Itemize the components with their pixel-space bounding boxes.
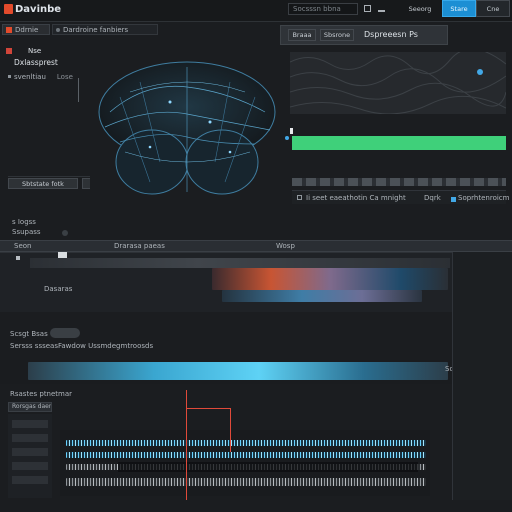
inspector-bottom-panel bbox=[8, 176, 96, 177]
inspector-indicator-icon bbox=[6, 48, 12, 54]
audio-clip-1[interactable] bbox=[28, 362, 448, 380]
search-field[interactable]: Socsssn bbna bbox=[288, 3, 358, 15]
timeline-header bbox=[0, 240, 512, 252]
green-progress-bar bbox=[292, 136, 506, 150]
track4-label: Rsastes ptnetmar bbox=[10, 390, 73, 398]
app-title: Davinbe bbox=[15, 4, 62, 15]
primary-button[interactable]: Stare bbox=[442, 0, 476, 17]
tab-main-label: Dardroine fanbiers bbox=[63, 25, 129, 34]
viewer-status-right-2: Soprhtenroicm bbox=[458, 194, 510, 202]
track-arrow-icon bbox=[16, 256, 20, 260]
app-logo-icon bbox=[4, 4, 13, 14]
blue-marker-icon bbox=[285, 136, 289, 140]
brain-render bbox=[98, 61, 276, 195]
track2-label: Scsgt Bsas bbox=[10, 330, 48, 338]
track2-slider[interactable] bbox=[50, 328, 80, 338]
bullet-icon bbox=[8, 75, 11, 78]
grid-small-icon bbox=[297, 195, 302, 200]
audio-waveform-4[interactable] bbox=[66, 478, 426, 486]
playhead-line-2 bbox=[230, 408, 231, 452]
viewer-status-icon bbox=[451, 197, 456, 202]
viewer-tab-b[interactable]: Sbsrone bbox=[320, 29, 354, 41]
inspector-subheading: Dxlassprest bbox=[14, 58, 58, 67]
timeline-header-mid: Drarasa paeas bbox=[114, 242, 165, 250]
track-playhead-marker bbox=[58, 252, 67, 258]
mixer-strip-3[interactable] bbox=[12, 448, 48, 456]
audio-waveform-1[interactable] bbox=[66, 440, 426, 446]
inspector-guide-line bbox=[78, 78, 79, 102]
mixer-label: Rorsgas daer bbox=[12, 403, 52, 410]
toolbar-tab-left[interactable]: Ddrnie bbox=[2, 24, 50, 35]
download-icon[interactable] bbox=[378, 5, 385, 12]
viewer-status-right: Dqrk bbox=[424, 194, 441, 202]
secondary-button[interactable]: Cne bbox=[476, 0, 510, 17]
tab-ddrnie-label: Ddrnie bbox=[15, 25, 39, 34]
track1-label: Dasaras bbox=[44, 285, 73, 293]
grid-icon[interactable] bbox=[364, 5, 371, 12]
dot-icon bbox=[56, 27, 60, 32]
mixer-strip-1[interactable] bbox=[12, 420, 48, 428]
search-placeholder: Socsssn bbna bbox=[293, 5, 341, 13]
knob-icon[interactable] bbox=[62, 230, 68, 236]
mixer-strip-5[interactable] bbox=[12, 476, 48, 484]
inspector-row-label: svenltiau bbox=[14, 72, 46, 81]
toolbar-tab-main[interactable]: Dardroine fanbiers bbox=[52, 24, 158, 35]
viewer-scrubber[interactable] bbox=[292, 178, 506, 186]
viewer-preview[interactable] bbox=[290, 52, 506, 114]
timeline-header-left: Seon bbox=[14, 242, 32, 250]
save-button[interactable]: Seeorg bbox=[404, 3, 436, 15]
track3-value: Fawdow Ussmdegmtroosds bbox=[58, 342, 154, 350]
inspector-row-value: Lose bbox=[56, 72, 73, 81]
noise-texture bbox=[290, 52, 506, 114]
timeline-header-right: Wosp bbox=[276, 242, 295, 250]
audio-clip-dark[interactable] bbox=[118, 462, 418, 472]
viewer-tab-a[interactable]: Braaa bbox=[288, 29, 316, 41]
track3-label: Sersss ssseas bbox=[10, 342, 58, 350]
playhead-line[interactable] bbox=[186, 390, 187, 500]
viewer-title: Dspreeesn Ps bbox=[364, 30, 418, 39]
render-viewer[interactable] bbox=[90, 52, 285, 202]
audio-waveform-2[interactable] bbox=[66, 452, 426, 458]
cursor-marker-icon bbox=[290, 128, 293, 134]
playhead-crossbar bbox=[186, 408, 230, 409]
track-video-clip[interactable] bbox=[30, 258, 450, 268]
viewer-status-text: Ii seet eaeathotin Ca mnight bbox=[306, 194, 406, 202]
video-clip-thumb-1[interactable] bbox=[212, 268, 448, 290]
inspector-lower-label: s Iogss bbox=[12, 218, 36, 226]
inspector-heading: Nse bbox=[28, 47, 42, 55]
mixer-strip-4[interactable] bbox=[12, 462, 48, 470]
video-clip-thumb-2[interactable] bbox=[222, 290, 422, 302]
flag-icon bbox=[6, 26, 12, 33]
mixer-strip-2[interactable] bbox=[12, 434, 48, 442]
inspector-lower-label-2: Ssupass bbox=[12, 228, 41, 236]
apply-button[interactable]: Sbtstate fotk bbox=[8, 178, 78, 189]
right-timeline-column bbox=[452, 252, 512, 500]
